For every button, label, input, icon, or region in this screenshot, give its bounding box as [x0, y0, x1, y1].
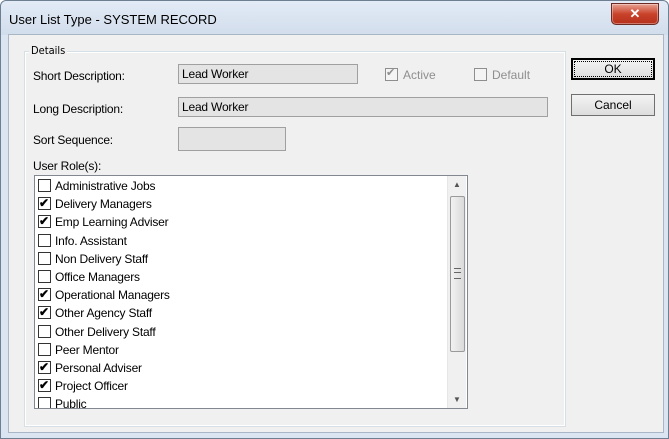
scrollbar-thumb[interactable] — [450, 196, 465, 352]
role-checkbox[interactable] — [38, 251, 51, 265]
user-roles-list: Administrative Jobs ✔ Delivery Managers ✔ Em… — [38, 177, 448, 409]
default-checkbox[interactable]: Default — [474, 68, 530, 82]
user-roles-label: User Role(s): — [33, 159, 102, 173]
role-checkbox[interactable]: ✔ — [38, 305, 51, 320]
role-label: Info. Assistant — [55, 233, 127, 248]
listbox-scrollbar[interactable]: ▲ ▼ — [447, 176, 466, 408]
role-checkbox[interactable] — [38, 269, 51, 283]
check-icon: ✔ — [39, 287, 49, 302]
check-icon: ✔ — [39, 214, 49, 229]
role-label: Public — [55, 397, 87, 409]
check-icon: ✔ — [386, 67, 396, 79]
default-checkbox-box — [474, 68, 487, 81]
long-description-label: Long Description: — [33, 102, 123, 116]
role-list-item[interactable]: ✔ Delivery Managers — [38, 195, 448, 213]
active-label: Active — [403, 68, 436, 82]
check-icon: ✔ — [39, 359, 49, 374]
role-checkbox[interactable] — [38, 233, 51, 247]
title-bar[interactable]: User List Type - SYSTEM RECORD ✕ — [1, 1, 668, 35]
role-label: Administrative Jobs — [55, 179, 156, 193]
check-icon: ✔ — [39, 305, 49, 320]
sort-sequence-field[interactable] — [178, 127, 286, 151]
scroll-down-arrow-icon[interactable]: ▼ — [448, 391, 466, 408]
role-label: Project Officer — [55, 379, 128, 394]
scroll-up-arrow-icon[interactable]: ▲ — [448, 176, 466, 193]
ok-button[interactable]: OK — [571, 58, 655, 80]
dialog-body: Details Short Description: Lead Worker ✔… — [8, 34, 664, 433]
long-description-field[interactable]: Lead Worker — [178, 97, 548, 117]
role-list-item[interactable]: Public — [38, 395, 448, 409]
close-button[interactable]: ✕ — [611, 3, 659, 25]
scrollbar-grip-icon — [454, 268, 461, 279]
role-label: Operational Managers — [55, 288, 170, 303]
role-checkbox[interactable]: ✔ — [38, 214, 51, 229]
role-checkbox[interactable]: ✔ — [38, 378, 51, 393]
role-label: Other Delivery Staff — [55, 324, 156, 339]
role-list-item[interactable]: Other Delivery Staff — [38, 323, 448, 341]
role-list-item[interactable]: ✔ Other Agency Staff — [38, 304, 448, 322]
role-label: Peer Mentor — [55, 342, 119, 357]
role-list-item[interactable]: Non Delivery Staff — [38, 250, 448, 268]
role-list-item[interactable]: ✔ Project Officer — [38, 377, 448, 395]
details-legend: Details — [29, 44, 68, 57]
role-label: Office Managers — [55, 269, 140, 284]
role-label: Personal Adviser — [55, 360, 142, 375]
role-list-item[interactable]: Administrative Jobs — [38, 177, 448, 195]
short-description-field[interactable]: Lead Worker — [178, 64, 358, 84]
check-icon: ✔ — [39, 378, 49, 393]
window-title: User List Type - SYSTEM RECORD — [9, 12, 217, 27]
dialog-window: User List Type - SYSTEM RECORD ✕ Details… — [0, 0, 669, 439]
role-label: Non Delivery Staff — [55, 251, 148, 266]
role-list-item[interactable]: Peer Mentor — [38, 341, 448, 359]
role-label: Other Agency Staff — [55, 306, 152, 321]
role-checkbox[interactable] — [38, 179, 51, 192]
sort-sequence-label: Sort Sequence: — [33, 133, 113, 147]
check-icon: ✔ — [39, 196, 49, 211]
role-checkbox[interactable]: ✔ — [38, 359, 51, 374]
active-checkbox-box: ✔ — [385, 67, 398, 81]
role-label: Delivery Managers — [55, 197, 152, 212]
default-label: Default — [492, 68, 531, 82]
role-checkbox[interactable] — [38, 397, 51, 408]
user-roles-listbox[interactable]: Administrative Jobs ✔ Delivery Managers ✔ Em… — [34, 175, 468, 409]
role-checkbox[interactable]: ✔ — [38, 196, 51, 211]
active-checkbox[interactable]: ✔ Active — [385, 67, 436, 82]
role-list-item[interactable]: ✔ Operational Managers — [38, 286, 448, 304]
role-list-item[interactable]: ✔ Emp Learning Adviser — [38, 213, 448, 231]
role-list-item[interactable]: Office Managers — [38, 268, 448, 286]
close-icon: ✕ — [629, 6, 641, 21]
role-label: Emp Learning Adviser — [55, 215, 169, 230]
role-checkbox[interactable]: ✔ — [38, 287, 51, 302]
cancel-button[interactable]: Cancel — [571, 94, 655, 116]
role-list-item[interactable]: ✔ Personal Adviser — [38, 359, 448, 377]
role-list-item[interactable]: Info. Assistant — [38, 232, 448, 250]
role-checkbox[interactable] — [38, 342, 51, 356]
short-description-label: Short Description: — [33, 69, 125, 83]
role-checkbox[interactable] — [38, 324, 51, 338]
